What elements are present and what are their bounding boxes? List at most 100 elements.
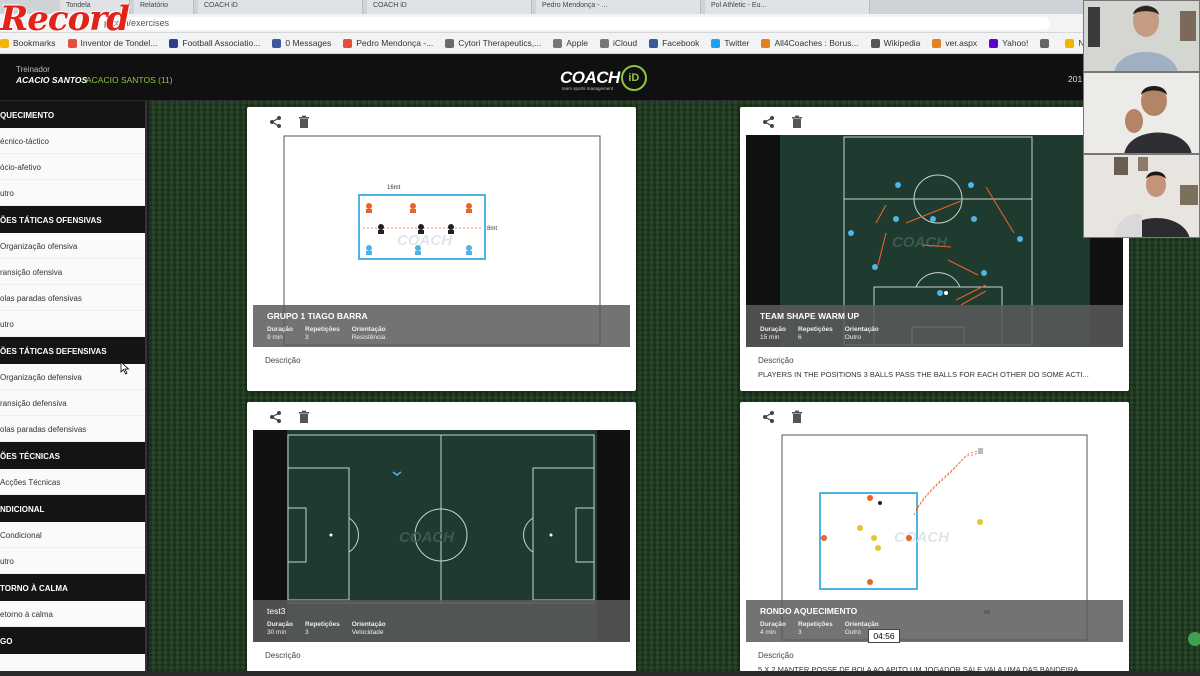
exercise-card[interactable]: COACH TEAM SHAPE WARM UP Duração15 min: [740, 107, 1129, 391]
description-label: Descrição: [265, 651, 301, 660]
exercise-card[interactable]: COACH RONDO AQUECIMENTO Duração 4 min Rep…: [740, 402, 1129, 674]
share-icon[interactable]: [762, 115, 776, 129]
bookmark-item[interactable]: Pedro Mendonça -...: [343, 38, 433, 48]
sidebar-item[interactable]: olas paradas ofensivas: [0, 285, 145, 311]
reps-label: Repetições: [305, 621, 340, 628]
reps-value: 6: [798, 334, 802, 341]
sidebar-section-header[interactable]: TORNO À CALMA: [0, 574, 145, 601]
bookmark-label: Twitter: [724, 38, 750, 48]
trash-icon[interactable]: [297, 410, 311, 424]
description-label: Descrição: [265, 356, 301, 365]
sidebar-item[interactable]: Acções Técnicas: [0, 469, 145, 495]
reps-value: 3: [798, 629, 802, 636]
orientation-label: Orientação: [351, 621, 386, 628]
bookmark-item[interactable]: ver.aspx: [932, 38, 977, 48]
bookmark-label: Football Associatio...: [182, 38, 261, 48]
sidebar-section-header[interactable]: ÕES TÁTICAS OFENSIVAS: [0, 206, 145, 233]
share-icon[interactable]: [269, 410, 283, 424]
drill-diagram[interactable]: COACH RONDO AQUECIMENTO Duração 4 min Rep…: [746, 430, 1123, 642]
bookmark-item[interactable]: Facebook: [649, 38, 699, 48]
bookmark-label: Pedro Mendonça -...: [356, 38, 434, 48]
bookmark-item[interactable]: Apple: [553, 38, 588, 48]
bookmark-icon: [272, 38, 282, 48]
bookmark-item[interactable]: Twitter: [711, 38, 749, 48]
bookmark-label: Apple: [566, 38, 588, 48]
status-indicator-icon[interactable]: [1188, 632, 1200, 646]
bookmark-label: iCloud: [612, 38, 638, 48]
share-icon[interactable]: [269, 115, 283, 129]
mouse-cursor-icon: [120, 361, 130, 375]
participant-video-icon: [1084, 1, 1199, 71]
trash-icon[interactable]: [297, 115, 311, 129]
sidebar-section-header[interactable]: GO: [0, 627, 145, 654]
participant-video-icon: [1084, 155, 1199, 237]
bookmark-icon: [1065, 38, 1075, 48]
drill-diagram[interactable]: COACH test3 Duração 30 min Repetições 3 Or…: [253, 430, 630, 642]
share-icon[interactable]: [762, 410, 776, 424]
sidebar-item[interactable]: Organização ofensiva: [0, 233, 145, 259]
bookmark-item[interactable]: Cytori Therapeutics,...: [445, 38, 541, 48]
card-overlay: RONDO AQUECIMENTO Duração 4 min Repetiçõe…: [746, 600, 1123, 642]
sidebar-item[interactable]: olas paradas defensivas: [0, 416, 145, 442]
drill-diagram[interactable]: COACH 16mt 8mt GRUPO 1 TIAGO BARRA Duraç…: [253, 135, 630, 347]
trash-icon[interactable]: [790, 115, 804, 129]
sidebar-item[interactable]: utro: [0, 548, 145, 574]
sidebar-item[interactable]: écnico-táctico: [0, 128, 145, 154]
card-title: RONDO AQUECIMENTO: [760, 606, 858, 616]
duration-value: 15 min: [760, 334, 780, 341]
browser-tab[interactable]: Relatório: [134, 0, 194, 14]
bookmark-label: Yahoo!: [1002, 38, 1029, 48]
exercise-card[interactable]: COACH 16mt 8mt GRUPO 1 TIAGO BARRA Duraç…: [247, 107, 636, 391]
bookmark-item[interactable]: Football Associatio...: [169, 38, 260, 48]
browser-tab[interactable]: COACH iD: [367, 0, 532, 14]
sidebar-item[interactable]: Condicional: [0, 522, 145, 548]
reps-value: 3: [305, 629, 309, 636]
bookmark-item[interactable]: iCloud: [599, 38, 638, 48]
bookmark-label: 0 Messages: [285, 38, 332, 48]
coach-name[interactable]: ACACIO SANTOS: [16, 75, 87, 85]
browser-tab[interactable]: Pedro Mendonça - ...: [536, 0, 701, 14]
team-selector[interactable]: ACACIO SANTOS (11): [86, 75, 173, 85]
sidebar-section-header[interactable]: ÕES TÁTICAS DEFENSIVAS: [0, 337, 145, 364]
sidebar-section-header[interactable]: ÕES TÉCNICAS: [0, 442, 145, 469]
bookmark-icon: [989, 38, 999, 48]
description-text: PLAYERS IN THE POSITIONS 3 BALLS PASS TH…: [758, 370, 1089, 379]
video-tile-participant-2[interactable]: [1083, 72, 1200, 154]
bottom-bar: [0, 671, 1200, 676]
bookmark-icon: [711, 38, 721, 48]
description-label: Descrição: [758, 356, 794, 365]
sidebar-item[interactable]: etorno à calma: [0, 601, 145, 627]
sidebar-section-header[interactable]: NDICIONAL: [0, 495, 145, 522]
logo-subtitle: team sports management: [562, 86, 614, 91]
video-tile-participant-1[interactable]: [1083, 0, 1200, 72]
bookmark-item[interactable]: 0 Messages: [272, 38, 331, 48]
bookmark-item[interactable]: All4Coaches : Borus...: [761, 38, 859, 48]
bookmark-item[interactable]: Wikipedia: [870, 38, 920, 48]
browser-tab[interactable]: COACH iD: [198, 0, 363, 14]
bookmark-icon: [870, 38, 880, 48]
exercise-card[interactable]: COACH test3 Duração 30 min Repetições 3 Or…: [247, 402, 636, 672]
reps-value: 3: [305, 334, 309, 341]
url-field[interactable]: p.com/exercises: [90, 17, 1050, 30]
card-overlay: GRUPO 1 TIAGO BARRA Duração 9 min Repetiç…: [253, 305, 630, 347]
drill-diagram[interactable]: COACH TEAM SHAPE WARM UP Duração15 min: [746, 135, 1123, 347]
sidebar-item[interactable]: ócio-afetivo: [0, 154, 145, 180]
trash-icon[interactable]: [790, 410, 804, 424]
card-overlay: TEAM SHAPE WARM UP Duração 15 min Repetiç…: [746, 305, 1123, 347]
video-tile-participant-3[interactable]: [1083, 154, 1200, 238]
sidebar-item[interactable]: ransição defensiva: [0, 390, 145, 416]
bookmark-item[interactable]: Yahoo!: [989, 38, 1028, 48]
bookmark-item[interactable]: [1040, 38, 1053, 48]
sidebar-item[interactable]: utro: [0, 180, 145, 206]
sidebar-item[interactable]: utro: [0, 311, 145, 337]
diagram-watermark: COACH: [894, 529, 950, 546]
browser-tab[interactable]: Pol Athletic - Eu...: [705, 0, 870, 14]
bookmark-icon: [932, 38, 942, 48]
bookmark-label: Cytori Therapeutics,...: [458, 38, 542, 48]
orientation-value: Velocidade: [351, 629, 384, 636]
sidebar-item[interactable]: ransição ofensiva: [0, 259, 145, 285]
sidebar-section-header[interactable]: QUECIMENTO: [0, 101, 145, 128]
card-title: TEAM SHAPE WARM UP: [760, 311, 860, 321]
reps-label: Repetições: [798, 326, 833, 333]
bookmark-icon: [599, 38, 609, 48]
